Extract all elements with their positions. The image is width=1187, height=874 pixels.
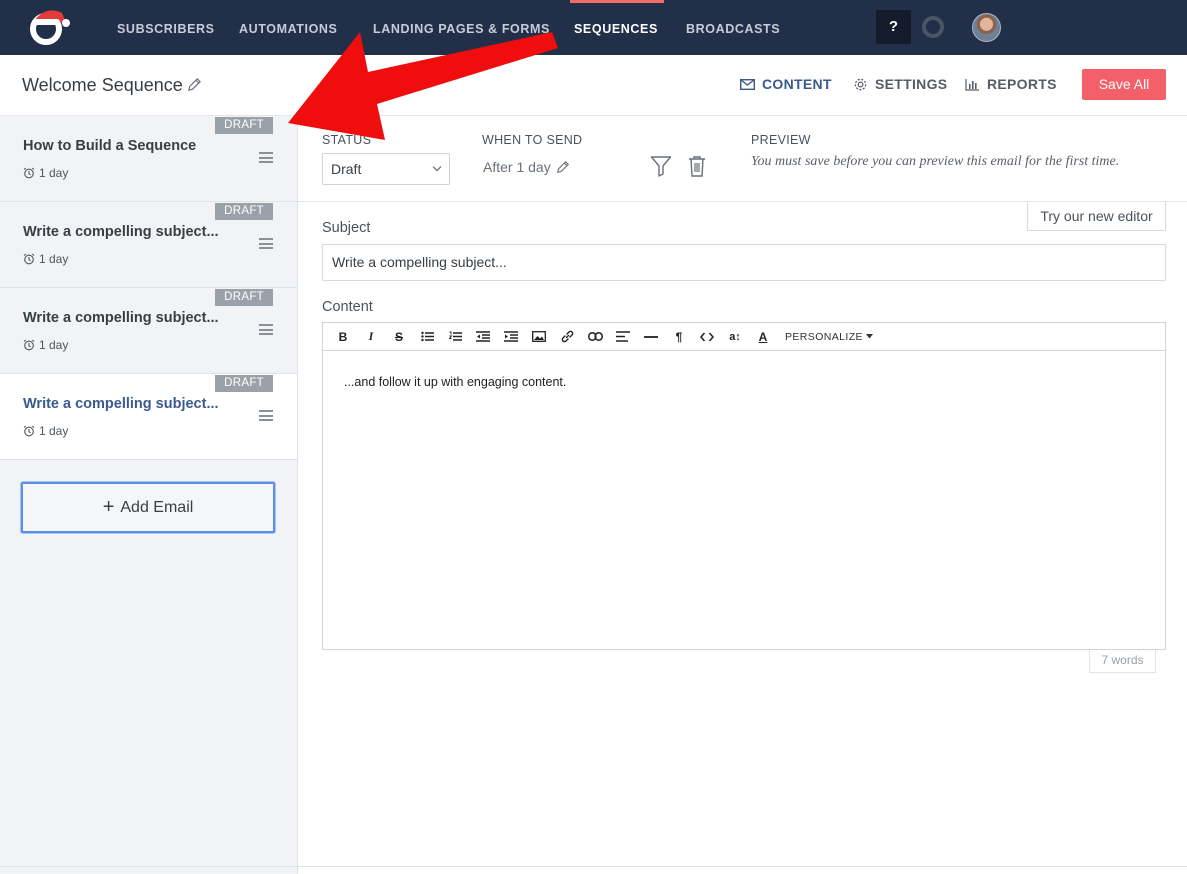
- editor-body-text[interactable]: ...and follow it up with engaging conten…: [344, 375, 566, 389]
- drag-handle-icon[interactable]: [259, 152, 273, 163]
- email-settings-row: STATUS Draft WHEN TO SEND After 1 day PR…: [298, 116, 1187, 202]
- trash-icon[interactable]: [687, 155, 707, 177]
- email-list-sidebar: DRAFT How to Build a Sequence 1 day DRAF…: [0, 116, 298, 874]
- align-left-icon[interactable]: [609, 323, 637, 351]
- email-delay: 1 day: [23, 252, 68, 266]
- pencil-icon[interactable]: [187, 77, 202, 92]
- preview-label: PREVIEW: [751, 133, 811, 147]
- email-list-item[interactable]: DRAFT Write a compelling subject... 1 da…: [0, 202, 297, 288]
- nav-landing-pages-forms[interactable]: LANDING PAGES & FORMS: [373, 0, 550, 55]
- bar-chart-icon: [965, 78, 979, 91]
- tab-content[interactable]: CONTENT: [740, 76, 832, 92]
- caret-down-icon: [865, 334, 873, 339]
- preview-note: You must save before you can preview thi…: [751, 154, 1120, 169]
- envelope-icon: [740, 78, 755, 90]
- tab-content-label: CONTENT: [762, 76, 832, 92]
- tab-reports-label: REPORTS: [987, 76, 1057, 92]
- nav-automations[interactable]: AUTOMATIONS: [239, 0, 338, 55]
- word-count: 7 words: [1089, 650, 1156, 673]
- subject-input[interactable]: Write a compelling subject...: [322, 244, 1166, 281]
- nav-broadcasts[interactable]: BROADCASTS: [686, 0, 780, 55]
- email-list-item[interactable]: DRAFT Write a compelling subject... 1 da…: [0, 288, 297, 374]
- gear-icon: [854, 78, 867, 90]
- personalize-label: PERSONALIZE: [785, 330, 863, 343]
- content-label: Content: [322, 299, 373, 315]
- loading-spinner-icon: [922, 16, 944, 38]
- alarm-clock-icon: [23, 425, 35, 437]
- try-new-editor-button[interactable]: Try our new editor: [1027, 202, 1166, 231]
- sequence-header: Welcome Sequence CONTENT SETTINGS REPORT…: [0, 55, 1187, 116]
- when-to-send-value[interactable]: After 1 day: [483, 159, 570, 175]
- email-delay-value: 1 day: [39, 424, 69, 438]
- sequence-title[interactable]: Welcome Sequence: [22, 75, 183, 96]
- email-list-item[interactable]: DRAFT How to Build a Sequence 1 day: [0, 116, 297, 202]
- pencil-icon: [556, 160, 569, 174]
- paragraph-icon[interactable]: ¶: [665, 323, 693, 351]
- plus-icon: +: [102, 496, 115, 518]
- email-delay-value: 1 day: [39, 166, 69, 180]
- draft-badge: DRAFT: [215, 375, 273, 392]
- nav-subscribers[interactable]: SUBSCRIBERS: [117, 0, 215, 55]
- indent-icon[interactable]: [497, 323, 525, 351]
- email-delay-value: 1 day: [39, 252, 69, 266]
- email-delay: 1 day: [23, 338, 68, 352]
- bold-icon[interactable]: B: [329, 323, 357, 351]
- tab-settings[interactable]: SETTINGS: [853, 76, 947, 92]
- font-color-icon[interactable]: A: [749, 323, 777, 351]
- alarm-clock-icon: [23, 339, 35, 351]
- email-title: Write a compelling subject...: [23, 224, 219, 240]
- footer-divider: [0, 866, 1187, 867]
- email-title: How to Build a Sequence: [23, 138, 197, 154]
- draft-badge: DRAFT: [215, 289, 273, 306]
- strikethrough-icon[interactable]: S: [385, 323, 413, 351]
- alarm-clock-icon: [23, 167, 35, 179]
- italic-icon[interactable]: I: [357, 323, 385, 351]
- alarm-clock-icon: [23, 253, 35, 265]
- email-delay-value: 1 day: [39, 338, 69, 352]
- status-label: STATUS: [322, 133, 372, 147]
- text-size-icon[interactable]: a↕: [721, 323, 749, 351]
- outdent-icon[interactable]: [469, 323, 497, 351]
- help-button[interactable]: ?: [876, 10, 911, 44]
- bulleted-list-icon[interactable]: [413, 323, 441, 351]
- code-icon[interactable]: [693, 323, 721, 351]
- status-select-value: Draft: [331, 161, 362, 177]
- email-list-item-selected[interactable]: DRAFT Write a compelling subject... 1 da…: [0, 374, 297, 460]
- content-editor[interactable]: B I S ¶ a↕ A PERSONALIZE ...and follow i…: [322, 322, 1166, 650]
- save-all-button[interactable]: Save All: [1082, 69, 1166, 100]
- add-email-button[interactable]: + Add Email: [21, 482, 275, 533]
- add-email-label: Add Email: [120, 499, 194, 516]
- tab-reports[interactable]: REPORTS: [965, 76, 1057, 92]
- image-icon[interactable]: [525, 323, 553, 351]
- top-nav: SUBSCRIBERS AUTOMATIONS LANDING PAGES & …: [0, 0, 1187, 55]
- subject-label: Subject: [322, 220, 371, 236]
- email-delay: 1 day: [23, 424, 68, 438]
- email-title: Write a compelling subject...: [23, 310, 219, 326]
- status-select[interactable]: Draft: [322, 153, 450, 185]
- drag-handle-icon[interactable]: [259, 410, 273, 421]
- tab-settings-label: SETTINGS: [875, 76, 948, 92]
- drag-handle-icon[interactable]: [259, 238, 273, 249]
- when-to-send-label: WHEN TO SEND: [482, 133, 583, 147]
- filter-icon[interactable]: [650, 155, 672, 177]
- personalize-dropdown[interactable]: PERSONALIZE: [785, 331, 873, 343]
- draft-badge: DRAFT: [215, 117, 273, 134]
- horizontal-rule-icon[interactable]: [637, 323, 665, 351]
- user-avatar[interactable]: [972, 13, 1001, 42]
- convertkit-santa-logo[interactable]: [26, 3, 72, 45]
- draft-badge: DRAFT: [215, 203, 273, 220]
- numbered-list-icon[interactable]: [441, 323, 469, 351]
- nav-sequences[interactable]: SEQUENCES: [570, 0, 664, 55]
- chain-link-icon[interactable]: [581, 323, 609, 351]
- email-delay: 1 day: [23, 166, 68, 180]
- drag-handle-icon[interactable]: [259, 324, 273, 335]
- email-title: Write a compelling subject...: [23, 396, 219, 412]
- chevron-down-icon: [432, 162, 442, 172]
- link-icon[interactable]: [553, 323, 581, 351]
- when-to-send-text: After 1 day: [483, 159, 551, 175]
- editor-toolbar: B I S ¶ a↕ A PERSONALIZE: [323, 323, 1165, 351]
